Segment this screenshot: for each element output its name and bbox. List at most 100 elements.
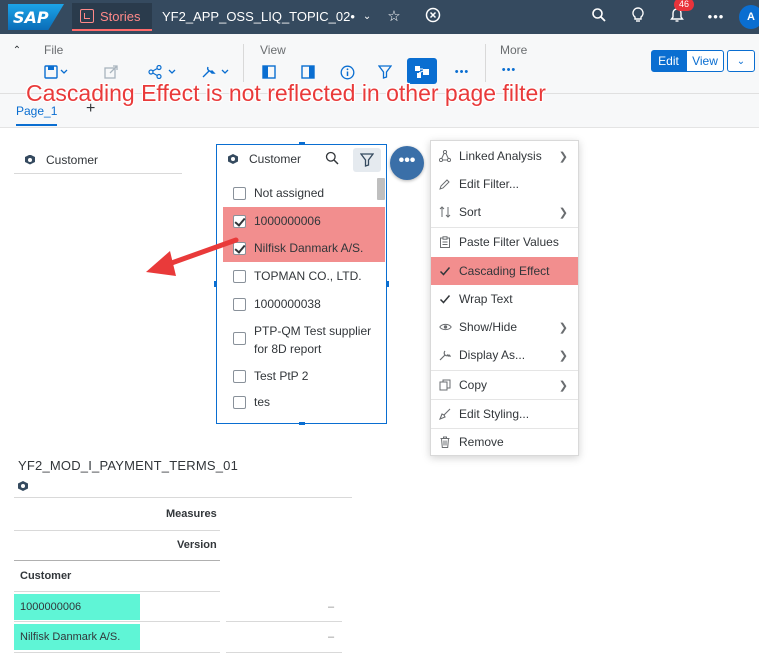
page-filter-label: Customer [46,152,99,167]
menu-item-linked-analysis[interactable]: Linked Analysis ❯ [431,142,578,170]
table-cell-customer[interactable]: 1000000006 [20,601,81,613]
lightbulb-icon[interactable] [628,7,648,27]
mode-dropdown-button[interactable]: ⌄ [727,50,755,72]
table-divider [226,652,342,653]
save-icon[interactable] [40,62,74,82]
filter-icon[interactable] [353,148,381,172]
list-item[interactable]: PTP-QM Test supplier for 8D report [223,318,385,364]
more-actions-icon[interactable]: ••• [498,60,520,80]
list-item-label: Nilfisk Danmark A/S. [254,241,364,255]
model-icon [17,480,37,490]
stories-label: Stories [100,8,141,24]
menu-item-edit-filter[interactable]: Edit Filter... [431,170,578,198]
menu-item-cascading-effect[interactable]: Cascading Effect [431,257,578,285]
menu-item-copy[interactable]: Copy ❯ [431,371,578,399]
more-view-options-icon[interactable]: ••• [451,62,473,82]
right-panel-icon[interactable] [297,62,319,82]
sap-logo[interactable]: SAP [8,4,64,30]
collapse-toolbar-icon[interactable]: ⌃ [6,40,28,60]
chevron-down-icon: ⌄ [362,11,372,22]
more-actions-button[interactable]: ••• [390,146,424,180]
resize-handle[interactable] [299,142,305,145]
tools-icon[interactable] [199,62,233,82]
checkbox[interactable] [233,370,246,383]
search-icon[interactable] [325,151,341,167]
table-title: YF2_MOD_I_PAYMENT_TERMS_01 [18,458,239,473]
toolbar-separator [243,44,244,82]
table-divider [14,530,220,531]
story-title-menu[interactable]: YF2_APP_OSS_LIQ_TOPIC_02• ⌄ [162,9,371,24]
input-control-customer[interactable]: Customer Not assigned 1000000006 Nilfisk… [216,144,387,424]
list-item[interactable]: Not assigned [223,179,385,207]
list-item[interactable]: Nilfisk Danmark A/S. [223,234,385,262]
menu-item-show-hide[interactable]: Show/Hide ❯ [431,313,578,341]
story-title: YF2_APP_OSS_LIQ_TOPIC_02• [162,9,355,24]
trash-icon [438,435,452,449]
chevron-down-icon: ⌄ [736,55,746,67]
edit-mode-button[interactable]: Edit [651,50,686,72]
list-item[interactable]: TOPMAN CO., LTD. [223,262,385,290]
checkbox[interactable] [233,270,246,283]
more-options-icon[interactable]: ••• [706,7,726,27]
chevron-right-icon: ❯ [558,379,568,392]
list-item[interactable]: 1000000006 [223,207,385,235]
stories-icon [80,9,94,23]
menu-item-edit-styling[interactable]: Edit Styling... [431,400,578,428]
file-section-label: File [44,43,64,57]
page-filter-customer[interactable]: Customer [14,146,182,174]
resize-handle[interactable] [299,422,305,425]
menu-item-paste-filter-values[interactable]: Paste Filter Values [431,228,578,256]
scrollbar-thumb[interactable] [377,178,385,200]
share-icon[interactable] [146,62,180,82]
stories-button[interactable]: Stories [72,3,152,31]
more-section-label: More [500,43,528,57]
view-mode-button[interactable]: View [686,50,724,72]
search-icon[interactable] [589,7,609,27]
menu-item-label: Edit Styling... [459,407,530,421]
checkbox[interactable] [233,332,246,345]
list-item[interactable]: 1000000038 [223,290,385,318]
sort-icon [438,205,452,219]
list-item-label: PTP-QM Test supplier for 8D report [254,324,372,356]
list-item[interactable]: Test PtP 2 [223,364,385,390]
checkbox-checked[interactable] [233,215,246,228]
checkbox[interactable] [233,396,246,409]
menu-item-sort[interactable]: Sort ❯ [431,198,578,226]
list-item-label: 1000000006 [254,214,321,228]
list-item[interactable]: tes [223,390,385,416]
filter-icon[interactable] [374,62,396,82]
table-divider [14,497,352,498]
logo-text: SAP [13,8,49,27]
resize-handle[interactable] [214,281,217,287]
avatar[interactable]: A [739,5,759,29]
table-cell-customer[interactable]: Nilfisk Danmark A/S. [20,631,120,643]
table-divider [14,591,220,592]
resize-handle[interactable] [386,281,389,287]
menu-item-label: Remove [459,435,504,449]
table-cell-value[interactable]: – [328,601,334,613]
brush-icon [438,407,452,421]
export-icon[interactable] [100,62,122,82]
menu-item-display-as[interactable]: Display As... ❯ [431,341,578,369]
info-icon[interactable] [336,62,358,82]
close-circle-icon[interactable] [423,7,443,27]
measures-header: Measures [166,508,217,520]
checkbox[interactable] [233,187,246,200]
table-divider [226,621,342,622]
checkbox-checked[interactable] [233,242,246,255]
table-divider [14,652,220,653]
notification-count-badge: 46 [674,0,694,11]
star-icon[interactable]: ☆ [384,7,404,27]
tab-page-1[interactable]: Page_1 [16,104,58,126]
chevron-right-icon: ❯ [558,321,568,334]
checkbox[interactable] [233,298,246,311]
shell-bar: SAP Stories YF2_APP_OSS_LIQ_TOPIC_02• ⌄ … [0,0,759,34]
wrench-icon [438,348,452,362]
table-cell-value[interactable]: – [328,631,334,643]
menu-item-wrap-text[interactable]: Wrap Text [431,285,578,313]
table-divider [14,560,220,561]
menu-item-remove[interactable]: Remove [431,428,578,456]
chevron-right-icon: ❯ [558,206,568,219]
left-panel-icon[interactable] [258,62,280,82]
eye-icon [438,320,452,334]
